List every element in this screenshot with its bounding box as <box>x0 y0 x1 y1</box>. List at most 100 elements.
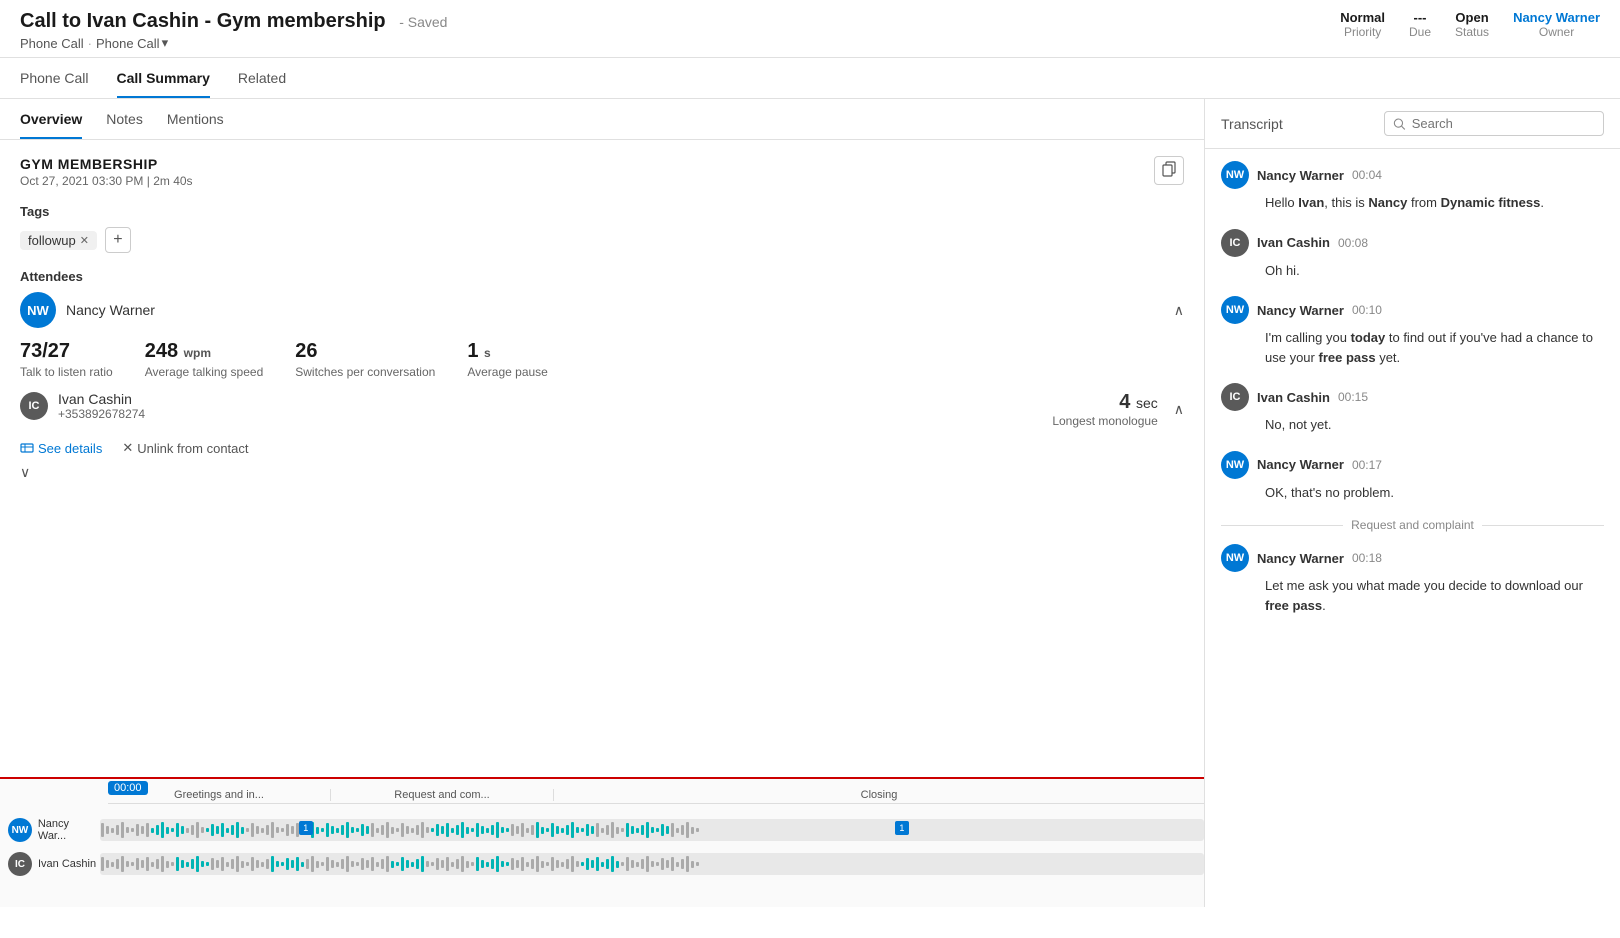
waveform-bar <box>376 828 379 833</box>
waveform-bar <box>161 822 164 838</box>
tab-related[interactable]: Related <box>238 58 286 98</box>
waveform-bar <box>601 828 604 833</box>
waveform-bar <box>381 825 384 835</box>
nav-tabs: Phone Call Call Summary Related <box>0 58 1620 99</box>
waveform-row-nancy: NW Nancy War... 11 <box>0 814 1204 846</box>
search-icon <box>1393 117 1406 131</box>
waveform-bar <box>441 826 444 834</box>
msg-avatar-nw-2: NW <box>1221 296 1249 324</box>
action-links: See details ✕ Unlink from contact <box>20 440 1184 456</box>
waveform-bar <box>446 823 449 837</box>
waveform-bar <box>181 826 184 834</box>
segment-closing: Closing <box>554 789 1204 801</box>
waveform-bar <box>476 857 479 871</box>
waveform-bar <box>541 861 544 868</box>
waveform-bar <box>536 822 539 838</box>
waveform-track-nancy[interactable]: 11 <box>100 819 1204 841</box>
waveform-bar <box>356 828 359 832</box>
attendee2-avatar: IC <box>20 392 48 420</box>
waveform-bar <box>656 862 659 866</box>
search-box[interactable] <box>1384 111 1604 136</box>
tab-call-summary[interactable]: Call Summary <box>117 58 210 98</box>
waveform-track-ivan[interactable] <box>100 853 1204 875</box>
waveform-bar <box>321 862 324 866</box>
waveform-bar <box>131 862 134 866</box>
msg-text-ivan-1: Oh hi. <box>1221 261 1604 281</box>
attendee1-collapse-btn[interactable]: ∧ <box>1174 302 1184 319</box>
msg-header-nancy-2: NW Nancy Warner 00:10 <box>1221 296 1604 324</box>
due-value: --- <box>1414 10 1427 25</box>
waveform-bar <box>596 823 599 837</box>
waveform-bar <box>341 859 344 869</box>
waveform-bar <box>646 822 649 838</box>
waveform-bar <box>376 862 379 867</box>
call-title: GYM MEMBERSHIP <box>20 156 1184 172</box>
waveform-bar <box>391 827 394 834</box>
expand-button[interactable]: ∨ <box>20 464 30 481</box>
unlink-contact-button[interactable]: ✕ Unlink from contact <box>122 440 248 456</box>
waveform-bar <box>246 862 249 866</box>
waveform-bar <box>266 859 269 869</box>
phone-call-dropdown[interactable]: Phone Call ▾ <box>96 35 168 51</box>
waveform-bar <box>176 857 179 871</box>
see-details-button[interactable]: See details <box>20 441 102 456</box>
waveform-bar <box>436 858 439 870</box>
waveform-bar <box>401 857 404 871</box>
waveform-bar <box>456 859 459 869</box>
msg-header-ivan-1: IC Ivan Cashin 00:08 <box>1221 229 1604 257</box>
waveform-bar <box>256 860 259 868</box>
copy-button[interactable] <box>1154 156 1184 185</box>
waveform-bar <box>506 862 509 866</box>
attendee2-collapse-btn[interactable]: ∧ <box>1174 401 1184 418</box>
attendees-section: Attendees NW Nancy Warner ∧ 73/27 Talk t… <box>20 269 1184 456</box>
transcript-messages: NW Nancy Warner 00:04 Hello Ivan, this i… <box>1205 149 1620 907</box>
subtitle-dot: · <box>88 36 92 51</box>
waveform-bar <box>531 825 534 835</box>
subtab-notes[interactable]: Notes <box>106 99 143 139</box>
waveform-bar <box>231 859 234 869</box>
stat-wpm: 248 wpm Average talking speed <box>145 340 264 379</box>
waveform-bar <box>696 828 699 832</box>
waveform-label-nancy: NW Nancy War... <box>0 818 100 842</box>
search-input[interactable] <box>1412 116 1595 131</box>
waveform-bar <box>496 856 499 872</box>
waveform-bar <box>506 828 509 832</box>
waveform-bar <box>526 828 529 833</box>
waveform-bar <box>406 826 409 834</box>
waveform-bar <box>201 827 204 833</box>
msg-avatar-nw-1: NW <box>1221 161 1249 189</box>
waveform-bar <box>521 857 524 871</box>
waveform-bar <box>246 828 249 832</box>
page-title: Call to Ivan Cashin - Gym membership - S… <box>20 10 447 33</box>
waveform-bar <box>241 827 244 834</box>
waveform-bar <box>581 862 584 866</box>
header-left: Call to Ivan Cashin - Gym membership - S… <box>20 10 447 51</box>
subtab-overview[interactable]: Overview <box>20 99 82 139</box>
waveform-bar <box>196 856 199 872</box>
waveform-bar <box>661 824 664 836</box>
stat-switches: 26 Switches per conversation <box>295 340 435 379</box>
waveform-bar <box>156 825 159 835</box>
waveform-bar <box>171 828 174 832</box>
tag-remove-icon[interactable]: ✕ <box>80 234 89 247</box>
waveform-bar <box>206 828 209 832</box>
subtab-mentions[interactable]: Mentions <box>167 99 224 139</box>
waveform-bar <box>151 828 154 833</box>
title-text: Call to Ivan Cashin - Gym membership <box>20 10 386 32</box>
tab-phone-call[interactable]: Phone Call <box>20 58 89 98</box>
waveform-bar <box>276 827 279 833</box>
waveform-bar <box>536 856 539 872</box>
waveform-bar <box>381 859 384 869</box>
waveform-bar <box>516 860 519 868</box>
waveform-bar <box>571 856 574 872</box>
waveform-bar <box>146 857 149 871</box>
waveform-bar <box>676 862 679 867</box>
waveform-bar <box>686 822 689 838</box>
waveform-bar <box>446 857 449 871</box>
waveform-bar <box>636 828 639 833</box>
add-tag-button[interactable]: + <box>105 227 131 253</box>
waveform-bar <box>236 822 239 838</box>
waveform-bar <box>631 826 634 834</box>
msg-text-ivan-2: No, not yet. <box>1221 415 1604 435</box>
waveform-bar <box>606 859 609 869</box>
